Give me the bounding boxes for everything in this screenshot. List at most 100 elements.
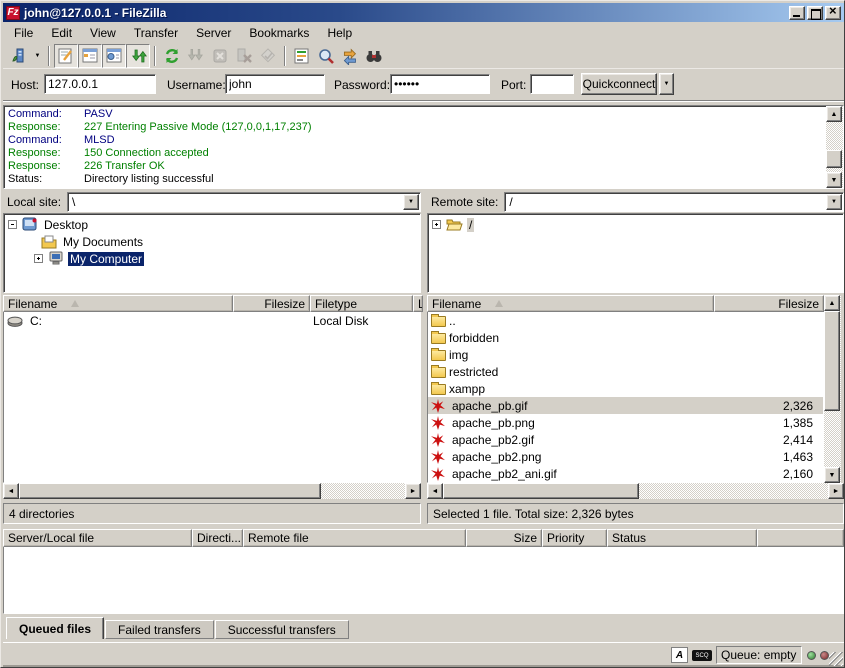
expander-minus-icon[interactable] <box>8 220 17 229</box>
remote-horizontal-scrollbar[interactable] <box>427 483 844 499</box>
file-name: apache_pb2.gif <box>452 433 534 447</box>
scroll-up-icon[interactable] <box>826 106 842 122</box>
remote-site-combo[interactable]: / <box>504 192 844 212</box>
site-manager-button[interactable] <box>7 44 31 68</box>
scroll-up-icon[interactable] <box>824 295 840 311</box>
menu-view[interactable]: View <box>81 24 125 42</box>
file-type: Local Disk <box>313 314 368 328</box>
process-queue-button[interactable] <box>184 44 208 68</box>
column-empty[interactable] <box>757 529 844 547</box>
scroll-down-icon[interactable] <box>824 467 840 483</box>
scroll-right-icon[interactable] <box>405 483 421 499</box>
tab-failed-transfers[interactable]: Failed transfers <box>105 620 214 639</box>
refresh-button[interactable] <box>160 44 184 68</box>
menu-edit[interactable]: Edit <box>42 24 81 42</box>
remote-vertical-scrollbar[interactable] <box>824 295 841 483</box>
port-input[interactable] <box>530 74 574 94</box>
scroll-down-icon[interactable] <box>826 172 842 188</box>
synchronized-browsing-button[interactable] <box>338 44 362 68</box>
filter-button[interactable] <box>290 44 314 68</box>
scroll-left-icon[interactable] <box>3 483 19 499</box>
toggle-remote-tree-button[interactable] <box>102 44 126 68</box>
scrollbar-thumb[interactable] <box>824 311 840 411</box>
remote-file-row-selected[interactable]: apache_pb.gif2,326 <box>428 397 823 414</box>
quickconnect-button[interactable]: Quickconnect <box>581 73 657 95</box>
site-manager-dropdown[interactable] <box>31 45 44 67</box>
local-directory-tree: Desktop My Documents My Computer <box>3 213 421 293</box>
column-filetype[interactable]: Filetype <box>310 295 413 312</box>
speed-limit-badge-icon[interactable]: SCQ <box>692 650 712 661</box>
menu-server[interactable]: Server <box>187 24 240 42</box>
tab-successful-transfers[interactable]: Successful transfers <box>215 620 349 639</box>
column-priority[interactable]: Priority <box>542 529 607 547</box>
local-horizontal-scrollbar[interactable] <box>3 483 421 499</box>
remote-file-row[interactable]: apache_pb2.png1,463 <box>428 448 823 465</box>
column-last-modified-truncated[interactable]: L <box>413 295 423 312</box>
scroll-left-icon[interactable] <box>427 483 443 499</box>
column-remote-file[interactable]: Remote file <box>243 529 466 547</box>
toggle-transfer-queue-button[interactable] <box>126 44 150 68</box>
remote-file-row[interactable]: apache_pb2.gif2,414 <box>428 431 823 448</box>
local-site-combo[interactable]: \ <box>67 192 421 212</box>
column-filename[interactable]: Filename <box>427 295 714 312</box>
column-filesize[interactable]: Filesize <box>714 295 824 312</box>
column-filename[interactable]: Filename <box>3 295 233 312</box>
remote-file-row[interactable]: xampp <box>428 380 823 397</box>
scrollbar-thumb[interactable] <box>443 483 639 499</box>
tree-item-my-computer[interactable]: My Computer <box>8 250 420 267</box>
reconnect-button[interactable] <box>256 44 280 68</box>
remote-file-list: .. forbidden img restricted xampp apache… <box>427 312 824 483</box>
combo-dropdown-icon[interactable] <box>826 194 842 210</box>
filezilla-logo-icon[interactable]: Fz <box>6 6 20 20</box>
scrollbar-thumb[interactable] <box>826 150 842 168</box>
column-direction[interactable]: Directi... <box>192 529 243 547</box>
local-file-row[interactable]: C: Local Disk <box>4 312 420 329</box>
log-scrollbar[interactable] <box>826 106 843 188</box>
tree-item-root[interactable]: / <box>432 216 843 233</box>
menu-help[interactable]: Help <box>318 24 361 42</box>
tree-item-my-documents[interactable]: My Documents <box>8 233 420 250</box>
local-list-header: Filename Filesize Filetype L <box>3 295 421 312</box>
column-filesize[interactable]: Filesize <box>233 295 310 312</box>
toggle-local-tree-button[interactable] <box>78 44 102 68</box>
file-name: img <box>449 348 468 362</box>
remote-file-row[interactable]: restricted <box>428 363 823 380</box>
remote-file-row[interactable]: .. <box>428 312 823 329</box>
remote-file-row[interactable]: apache_pb.png1,385 <box>428 414 823 431</box>
menu-file[interactable]: File <box>5 24 42 42</box>
scroll-right-icon[interactable] <box>828 483 844 499</box>
column-size[interactable]: Size <box>466 529 542 547</box>
expander-plus-icon[interactable] <box>432 220 441 229</box>
username-input[interactable] <box>225 74 325 94</box>
ascii-transfer-type-indicator[interactable]: A <box>671 647 688 663</box>
image-file-icon <box>431 450 445 464</box>
minimize-button[interactable] <box>789 6 805 20</box>
disconnect-button[interactable] <box>232 44 256 68</box>
remote-file-row[interactable]: apache_pb2_ani.gif2,160 <box>428 465 823 482</box>
host-input[interactable] <box>44 74 156 94</box>
find-button[interactable] <box>362 44 386 68</box>
password-input[interactable] <box>390 74 490 94</box>
remote-file-row[interactable]: forbidden <box>428 329 823 346</box>
maximize-button[interactable] <box>807 6 823 20</box>
scrollbar-thumb[interactable] <box>19 483 321 499</box>
log-line: Command:MLSD <box>8 134 823 147</box>
log-label: Status: <box>8 173 84 186</box>
remote-file-row[interactable]: img <box>428 346 823 363</box>
column-server-local-file[interactable]: Server/Local file <box>3 529 192 547</box>
directory-comparison-button[interactable] <box>314 44 338 68</box>
tree-item-desktop[interactable]: Desktop <box>8 216 420 233</box>
cancel-operation-button[interactable] <box>208 44 232 68</box>
menu-bookmarks[interactable]: Bookmarks <box>240 24 318 42</box>
toggle-message-log-button[interactable] <box>54 44 78 68</box>
tab-queued-files[interactable]: Queued files <box>6 617 104 639</box>
menu-transfer[interactable]: Transfer <box>125 24 187 42</box>
queue-list[interactable] <box>3 547 844 614</box>
close-button[interactable] <box>825 6 841 20</box>
quickconnect-dropdown[interactable] <box>659 73 674 95</box>
combo-dropdown-icon[interactable] <box>403 194 419 210</box>
expander-plus-icon[interactable] <box>34 254 43 263</box>
resize-grip[interactable] <box>829 652 843 666</box>
username-label: Username: <box>167 78 226 92</box>
column-status[interactable]: Status <box>607 529 757 547</box>
